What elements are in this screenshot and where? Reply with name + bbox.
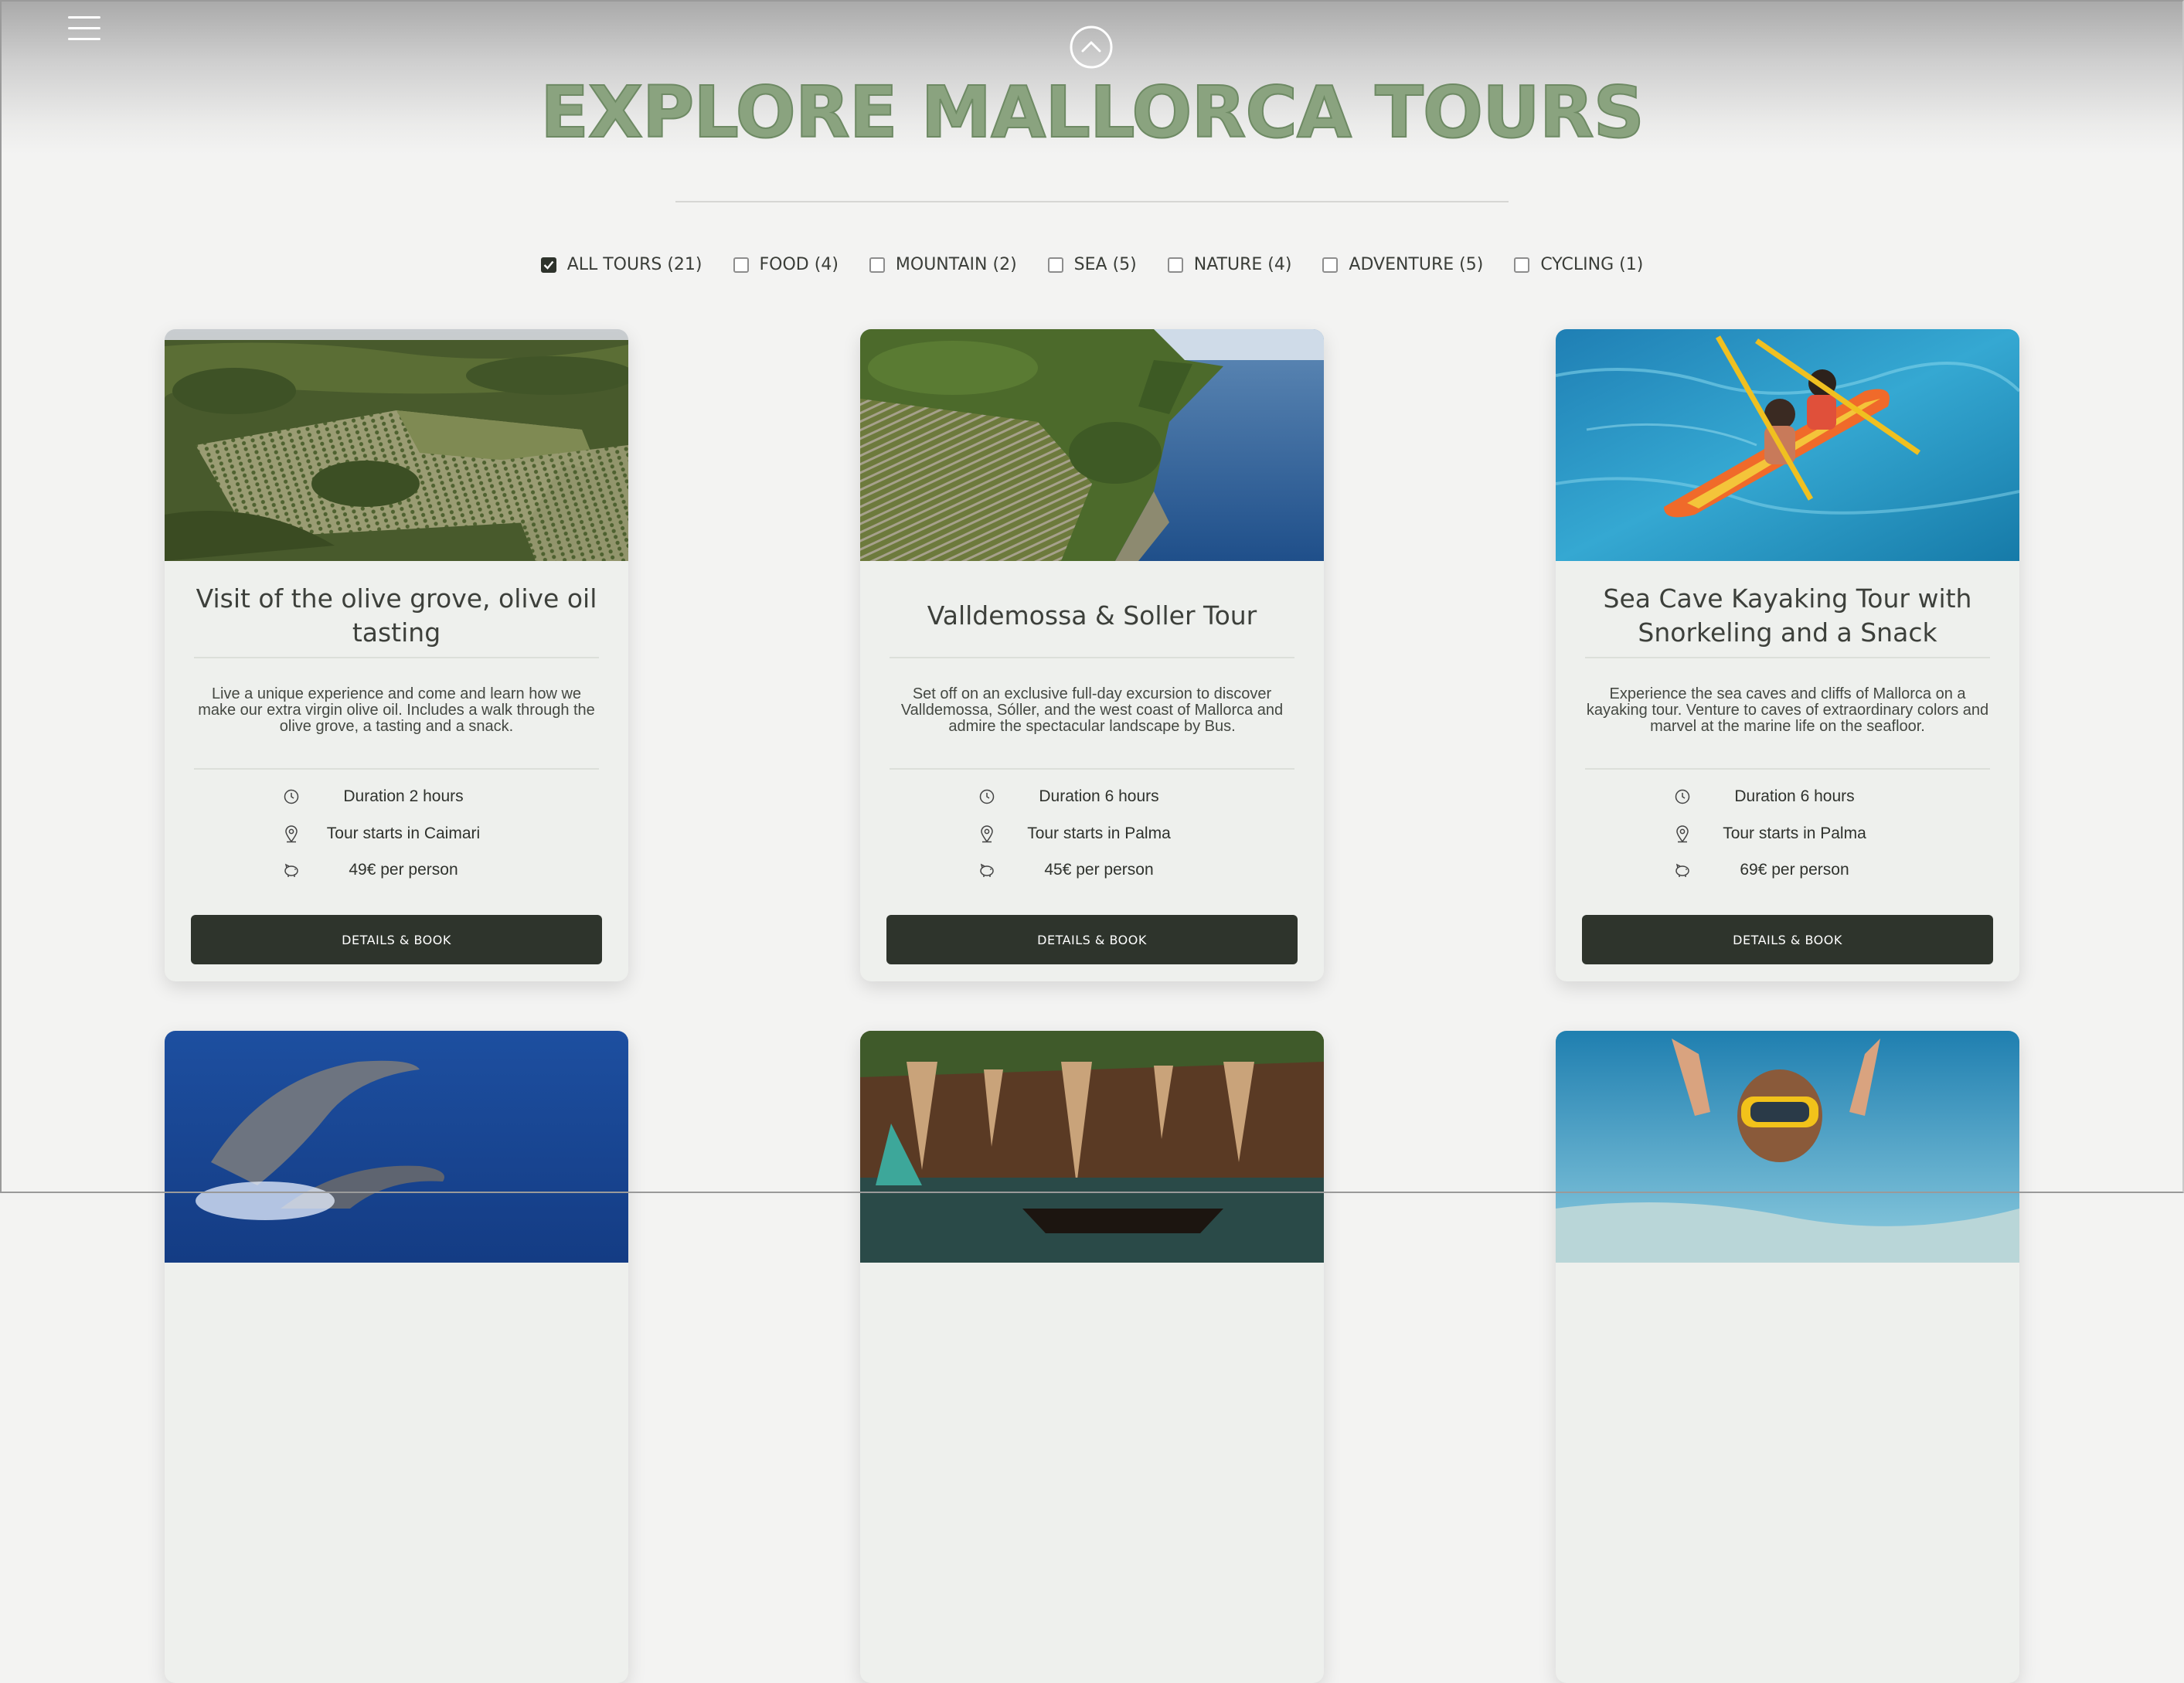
hamburger-menu-icon[interactable] xyxy=(68,15,100,42)
price-text: 45€ per person xyxy=(1044,861,1154,879)
filter-label: ADVENTURE (5) xyxy=(1349,255,1484,274)
chevron-up-circle-icon[interactable] xyxy=(1069,25,1114,70)
checkbox-icon[interactable] xyxy=(869,257,885,273)
divider xyxy=(194,657,599,658)
filter-label: ALL TOURS (21) xyxy=(566,255,702,274)
map-pin-icon xyxy=(281,823,302,845)
tour-description: Experience the sea caves and cliffs of M… xyxy=(1586,685,1989,735)
filter-label: MOUNTAIN (2) xyxy=(895,255,1017,274)
details-book-button[interactable]: DETAILS & BOOK xyxy=(191,915,602,964)
tour-price: 49€ per person xyxy=(281,858,512,882)
tour-price: 45€ per person xyxy=(976,858,1208,882)
details-book-button[interactable]: DETAILS & BOOK xyxy=(1582,915,1993,964)
olive-grove-aerial-photo[interactable] xyxy=(165,329,628,561)
tour-card: Sea Cave Kayaking Tour with Snorkeling a… xyxy=(1556,329,2019,981)
title-divider xyxy=(675,201,1509,202)
filter-food[interactable]: FOOD (4) xyxy=(733,255,839,274)
page-title: EXPLORE MALLORCA TOURS xyxy=(539,70,1645,155)
tour-card xyxy=(860,1031,1324,1683)
piggy-bank-icon xyxy=(1672,859,1693,881)
tour-duration: Duration 6 hours xyxy=(1672,785,1903,808)
filter-sea[interactable]: SEA (5) xyxy=(1047,255,1137,274)
filter-label: FOOD (4) xyxy=(759,255,839,274)
divider xyxy=(194,768,599,770)
checkbox-icon[interactable] xyxy=(1322,257,1339,273)
filter-label: CYCLING (1) xyxy=(1540,255,1644,274)
duration-text: Duration 2 hours xyxy=(343,787,464,805)
checkbox-icon[interactable] xyxy=(733,257,749,273)
map-pin-icon xyxy=(976,823,998,845)
filter-adventure[interactable]: ADVENTURE (5) xyxy=(1322,255,1483,274)
tour-card: Valldemossa & Soller Tour Set off on an … xyxy=(860,329,1324,981)
checkbox-icon[interactable] xyxy=(1167,257,1183,273)
details-book-button[interactable]: DETAILS & BOOK xyxy=(886,915,1298,964)
snorkeling-diver-photo[interactable] xyxy=(1556,1031,2019,1263)
duration-text: Duration 6 hours xyxy=(1734,787,1855,805)
clock-icon xyxy=(976,786,998,808)
filter-nature[interactable]: NATURE (4) xyxy=(1167,255,1292,274)
divider xyxy=(890,657,1294,658)
tour-description: Set off on an exclusive full-day excursi… xyxy=(900,685,1284,735)
tour-duration: Duration 2 hours xyxy=(281,785,512,808)
tour-card: Visit of the olive grove, olive oil tast… xyxy=(165,329,628,981)
divider xyxy=(1585,768,1990,770)
dolphins-photo[interactable] xyxy=(165,1031,628,1263)
checkbox-icon[interactable] xyxy=(1047,257,1063,273)
tour-start-location: Tour starts in Caimari xyxy=(281,822,512,845)
kayak-on-turquoise-water-photo[interactable] xyxy=(1556,329,2019,561)
price-text: 69€ per person xyxy=(1740,861,1849,879)
tour-card xyxy=(1556,1031,2019,1683)
tour-filters: ALL TOURS (21) FOOD (4) MOUNTAIN (2) SEA… xyxy=(0,255,2184,274)
tour-duration: Duration 6 hours xyxy=(976,785,1208,808)
tour-price: 69€ per person xyxy=(1672,858,1903,882)
duration-text: Duration 6 hours xyxy=(1039,787,1159,805)
checkbox-icon[interactable] xyxy=(1514,257,1530,273)
divider xyxy=(1585,657,1990,658)
tour-description: Live a unique experience and come and le… xyxy=(198,685,595,735)
coastal-terraces-photo[interactable] xyxy=(860,329,1324,561)
clock-icon xyxy=(1672,786,1693,808)
tour-title[interactable]: Valldemossa & Soller Tour xyxy=(891,573,1293,658)
start-location-text: Tour starts in Palma xyxy=(1027,824,1171,842)
filter-label: SEA (5) xyxy=(1073,255,1137,274)
piggy-bank-icon xyxy=(281,859,302,881)
tour-title[interactable]: Visit of the olive grove, olive oil tast… xyxy=(196,573,597,658)
map-pin-icon xyxy=(1672,823,1693,845)
start-location-text: Tour starts in Palma xyxy=(1723,824,1866,842)
start-location-text: Tour starts in Caimari xyxy=(326,824,481,842)
clock-icon xyxy=(281,786,302,808)
price-text: 49€ per person xyxy=(349,861,458,879)
tour-start-location: Tour starts in Palma xyxy=(976,822,1208,845)
filter-cycling[interactable]: CYCLING (1) xyxy=(1514,255,1643,274)
piggy-bank-icon xyxy=(976,859,998,881)
filter-mountain[interactable]: MOUNTAIN (2) xyxy=(869,255,1017,274)
tour-card xyxy=(165,1031,628,1683)
filter-all-tours[interactable]: ALL TOURS (21) xyxy=(540,255,702,274)
tour-title[interactable]: Sea Cave Kayaking Tour with Snorkeling a… xyxy=(1587,573,1988,658)
tour-start-location: Tour starts in Palma xyxy=(1672,822,1903,845)
checkbox-checked-icon[interactable] xyxy=(540,257,556,273)
cave-boat-photo[interactable] xyxy=(860,1031,1324,1263)
filter-label: NATURE (4) xyxy=(1193,255,1292,274)
divider xyxy=(890,768,1294,770)
